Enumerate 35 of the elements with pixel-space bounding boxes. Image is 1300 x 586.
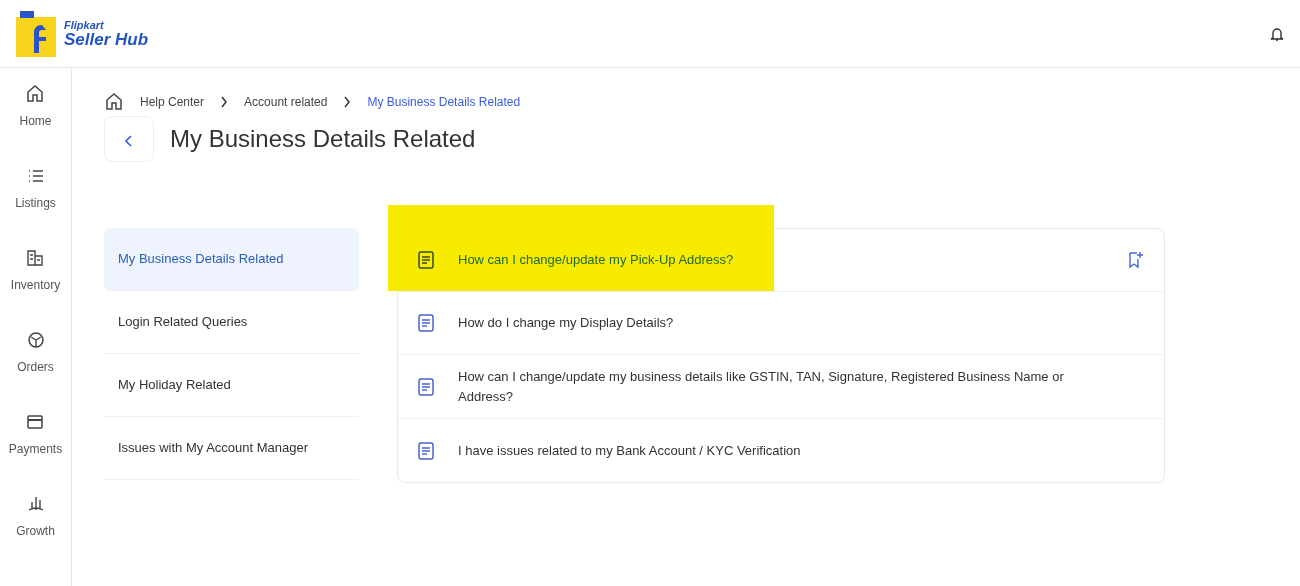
page-title: My Business Details Related xyxy=(170,124,476,154)
question-link[interactable]: How can I change/update my Pick-Up Address? xyxy=(458,250,1078,270)
document-icon xyxy=(418,251,434,269)
breadcrumb-link[interactable]: My Business Details Related xyxy=(367,93,521,111)
question-row[interactable]: I have issues related to my Bank Account / KYC Verification xyxy=(398,419,1164,482)
document-icon xyxy=(418,377,434,396)
question-link[interactable]: How do I change my Display Details? xyxy=(458,313,1078,333)
brand-name: Flipkart xyxy=(64,19,105,31)
box-icon xyxy=(25,330,46,350)
nav-item[interactable]: Listings xyxy=(15,166,56,248)
logo-icon xyxy=(16,10,56,57)
bookmark-add-icon[interactable] xyxy=(1128,251,1144,269)
nav-item[interactable]: Inventory xyxy=(10,248,61,330)
document-icon xyxy=(418,441,434,460)
document-icon xyxy=(418,314,434,332)
chevron-left-icon xyxy=(125,134,133,147)
chevron-right-icon xyxy=(343,96,352,108)
nav-item[interactable]: Growth xyxy=(16,494,55,576)
question-link[interactable]: I have issues related to my Bank Account / KYC Verification xyxy=(458,440,1078,461)
nav-item[interactable]: Orders xyxy=(17,330,54,412)
inventory-icon xyxy=(25,248,46,268)
question-row[interactable]: How do I change my Display Details? xyxy=(398,292,1164,355)
nav-item[interactable]: Home xyxy=(19,84,52,166)
home-icon xyxy=(25,84,46,104)
category-item[interactable]: My Business Details Related xyxy=(104,228,359,291)
question-link[interactable]: How can I change/update my business details like GSTIN, TAN, Signature, Registered Business Name or Address? xyxy=(458,367,1078,406)
notification-bell-icon[interactable] xyxy=(1270,25,1284,42)
breadcrumb-link[interactable]: Account related xyxy=(244,93,328,111)
brand-title: Seller Hub xyxy=(64,30,149,48)
nav-item[interactable]: Payments xyxy=(8,412,63,494)
home-icon[interactable] xyxy=(104,92,124,112)
chevron-right-icon xyxy=(220,96,229,108)
question-row[interactable]: How can I change/update my business details like GSTIN, TAN, Signature, Registered Business Name or Address? xyxy=(398,355,1164,419)
breadcrumb-link[interactable]: Help Center xyxy=(140,93,205,111)
card-icon xyxy=(25,412,46,432)
